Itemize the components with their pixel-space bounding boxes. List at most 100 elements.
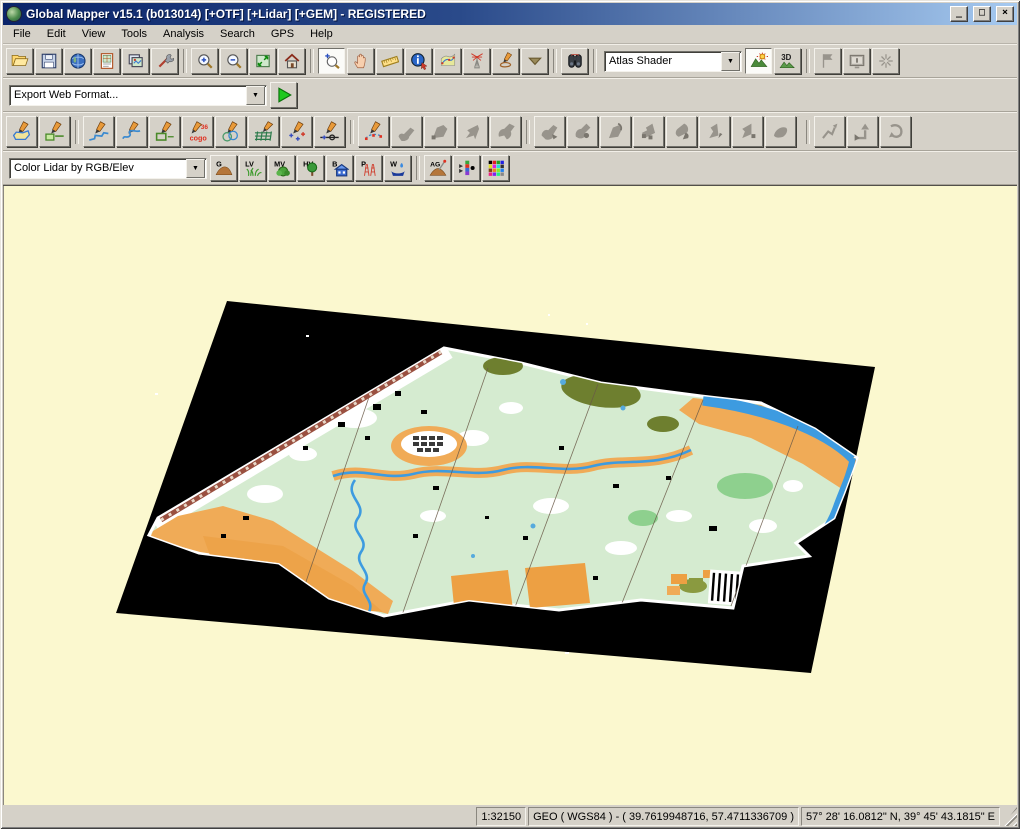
menu-gps[interactable]: GPS — [263, 26, 302, 42]
open-file-button[interactable] — [6, 48, 33, 74]
resize-grip[interactable] — [1002, 807, 1017, 826]
lidar-color-palette-button[interactable] — [482, 155, 509, 181]
menu-file[interactable]: File — [5, 26, 39, 42]
menu-help[interactable]: Help — [302, 26, 341, 42]
path-profile-button[interactable] — [434, 48, 461, 74]
create-area-button[interactable] — [6, 116, 37, 147]
pole-label: P — [361, 159, 366, 168]
lidar-mode-combo[interactable]: Color Lidar by RGB/Elev ▼ — [9, 158, 207, 179]
create-grid-button[interactable] — [248, 116, 279, 147]
split-area-button-disabled[interactable] — [600, 116, 631, 147]
antenna-icon — [468, 52, 486, 70]
crop-areas-button-disabled[interactable] — [567, 116, 598, 147]
create-rectangle-button[interactable] — [149, 116, 180, 147]
chevron-down-icon[interactable]: ▼ — [186, 159, 205, 178]
undo-edit-button-disabled[interactable] — [880, 116, 911, 147]
menu-search[interactable]: Search — [212, 26, 263, 42]
maximize-button[interactable]: □ — [973, 6, 991, 22]
classify-pole-button[interactable]: P — [355, 155, 382, 181]
gray-tool-icon — [539, 121, 560, 142]
toolbar-lidar: Color Lidar by RGB/Elev ▼ G LV MV HV B P… — [3, 151, 1017, 185]
pencil-grid-icon — [253, 121, 274, 142]
separator — [806, 49, 810, 73]
zoom-tool-button[interactable] — [318, 48, 345, 74]
shift-feature-button-disabled[interactable] — [847, 116, 878, 147]
erase-feature-button-disabled[interactable] — [765, 116, 796, 147]
feature-info-button[interactable] — [405, 48, 432, 74]
classify-high-vegetation-button[interactable]: HV — [297, 155, 324, 181]
move-feature-button-disabled[interactable] — [391, 116, 422, 147]
open-folder-icon — [11, 52, 29, 70]
menu-edit[interactable]: Edit — [39, 26, 74, 42]
more-tools-dropdown-button[interactable] — [521, 48, 548, 74]
reshape-feature-button-disabled[interactable] — [424, 116, 455, 147]
create-cogo-button[interactable]: 36'cogo — [182, 116, 213, 147]
pencil-area-icon — [11, 121, 32, 142]
run-export-button[interactable] — [270, 82, 297, 108]
classify-building-button[interactable]: B — [326, 155, 353, 181]
buffer-button-disabled[interactable] — [633, 116, 664, 147]
combine-areas-button-disabled[interactable] — [534, 116, 565, 147]
window-title: Global Mapper v15.1 (b013014) [+OTF] [+L… — [26, 7, 426, 21]
filter-lidar-button[interactable] — [453, 155, 480, 181]
zoom-out-button[interactable] — [220, 48, 247, 74]
flag-icon — [819, 52, 837, 70]
create-circle-button[interactable] — [215, 116, 246, 147]
search-button[interactable] — [561, 48, 588, 74]
overlay-control-center-button[interactable] — [122, 48, 149, 74]
zoom-in-button[interactable] — [191, 48, 218, 74]
floppy-icon — [40, 52, 58, 70]
3d-view-button[interactable]: 3D — [774, 48, 801, 74]
home-view-button[interactable] — [278, 48, 305, 74]
zoom-out-icon — [225, 52, 243, 70]
rotate-feature-button-disabled[interactable] — [699, 116, 730, 147]
create-area-from-line-button[interactable] — [39, 116, 70, 147]
smooth-feature-button-disabled[interactable] — [490, 116, 521, 147]
bush-icon: MV — [273, 159, 291, 177]
view-shed-button[interactable] — [463, 48, 490, 74]
classify-ground-button[interactable]: G — [210, 155, 237, 181]
download-online-data-button[interactable] — [64, 48, 91, 74]
create-line-freehand-button[interactable] — [116, 116, 147, 147]
create-line-button[interactable] — [83, 116, 114, 147]
map-view[interactable] — [3, 185, 1017, 805]
full-view-button[interactable] — [249, 48, 276, 74]
application-window: Global Mapper v15.1 (b013014) [+OTF] [+L… — [0, 0, 1020, 829]
fly-through-button-disabled[interactable] — [872, 48, 899, 74]
titlebar[interactable]: Global Mapper v15.1 (b013014) [+OTF] [+L… — [3, 3, 1017, 25]
hillshade-sun-icon — [750, 52, 768, 70]
chevron-down-icon[interactable]: ▼ — [721, 52, 740, 71]
auto-classify-ground-button[interactable]: AG — [424, 155, 451, 181]
3d-label: 3D — [781, 53, 791, 62]
power-tower-icon: P — [360, 159, 378, 177]
configure-button[interactable] — [151, 48, 178, 74]
menu-view[interactable]: View — [74, 26, 114, 42]
image-swipe-button-disabled[interactable] — [843, 48, 870, 74]
copy-feature-button-disabled[interactable] — [666, 116, 697, 147]
snap-vertex-button-disabled[interactable] — [814, 116, 845, 147]
measure-tool-button[interactable] — [376, 48, 403, 74]
menu-tools[interactable]: Tools — [113, 26, 155, 42]
create-point-button[interactable] — [281, 116, 312, 147]
ground-label: G — [216, 159, 222, 168]
classify-low-vegetation-button[interactable]: LV — [239, 155, 266, 181]
save-workspace-button[interactable] — [35, 48, 62, 74]
cut-feature-button-disabled[interactable] — [457, 116, 488, 147]
shader-combo[interactable]: Atlas Shader ▼ — [604, 51, 742, 72]
map-catalog-button[interactable] — [93, 48, 120, 74]
scale-indicator: 1:32150 — [476, 807, 526, 826]
pan-tool-button[interactable] — [347, 48, 374, 74]
classify-water-button[interactable]: W — [384, 155, 411, 181]
digitizer-tool-button[interactable] — [492, 48, 519, 74]
menu-analysis[interactable]: Analysis — [155, 26, 212, 42]
close-button[interactable]: × — [996, 6, 1014, 22]
path-profile-line-button-disabled[interactable] — [814, 48, 841, 74]
minimize-button[interactable]: _ — [950, 6, 968, 22]
classify-medium-vegetation-button[interactable]: MV — [268, 155, 295, 181]
scale-feature-button-disabled[interactable] — [732, 116, 763, 147]
edit-vertices-button[interactable] — [358, 116, 389, 147]
hill-shading-button[interactable] — [745, 48, 772, 74]
insert-vertex-button[interactable] — [314, 116, 345, 147]
export-format-combo[interactable]: Export Web Format... ▼ — [9, 85, 267, 106]
chevron-down-icon[interactable]: ▼ — [246, 86, 265, 105]
